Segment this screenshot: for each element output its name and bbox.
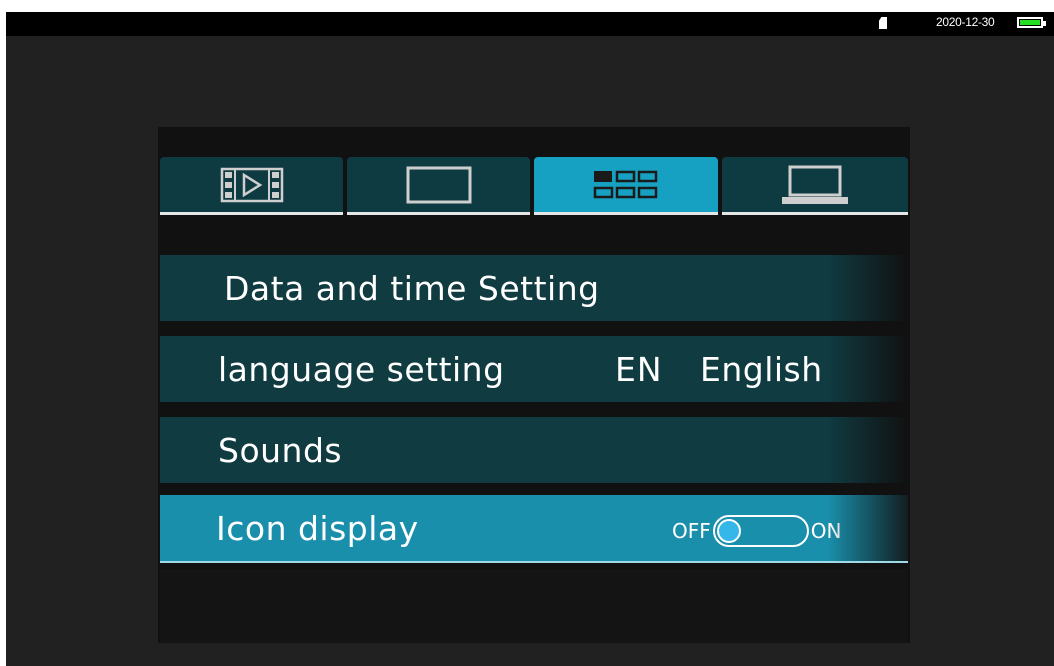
- toggle-knob[interactable]: [716, 519, 741, 543]
- menu-item-language[interactable]: language setting EN English: [160, 336, 908, 402]
- icon-display-toggle[interactable]: [712, 515, 809, 547]
- video-film-icon: [220, 167, 283, 202]
- empty-menu-slot: [160, 569, 908, 643]
- toggle-off-label: OFF: [672, 519, 711, 543]
- icon-display-toggle-group: OFF ON: [672, 515, 841, 547]
- menu-item-icon-display[interactable]: Icon display OFF ON: [160, 495, 908, 563]
- language-name: English: [700, 349, 823, 389]
- battery-fill: [1020, 20, 1040, 25]
- menu-item-label: Icon display: [216, 508, 419, 548]
- tab-media[interactable]: [160, 157, 343, 215]
- sd-card-icon: [879, 17, 887, 29]
- tab-display[interactable]: [347, 157, 530, 215]
- menu-item-label: Data and time Setting: [224, 268, 600, 308]
- screen-icon: [406, 166, 471, 203]
- settings-panel: Data and time Setting language setting E…: [158, 127, 910, 643]
- menu-item-sounds[interactable]: Sounds: [160, 417, 908, 483]
- tab-bar: [160, 157, 908, 215]
- device-screen: 2020-12-30 Data and time Setting languag…: [6, 12, 1054, 666]
- menu-item-date-time[interactable]: Data and time Setting: [160, 255, 908, 321]
- language-code: EN: [615, 349, 663, 389]
- laptop-icon: [782, 165, 848, 204]
- status-bar: 2020-12-30: [6, 12, 1054, 36]
- grid-menu-icon: [593, 170, 658, 198]
- menu-item-label: Sounds: [218, 430, 343, 470]
- tab-settings[interactable]: [534, 157, 718, 215]
- menu-item-label: language setting: [218, 349, 505, 389]
- status-date: 2020-12-30: [936, 15, 995, 29]
- tab-system[interactable]: [722, 157, 908, 215]
- battery-icon: [1017, 17, 1046, 28]
